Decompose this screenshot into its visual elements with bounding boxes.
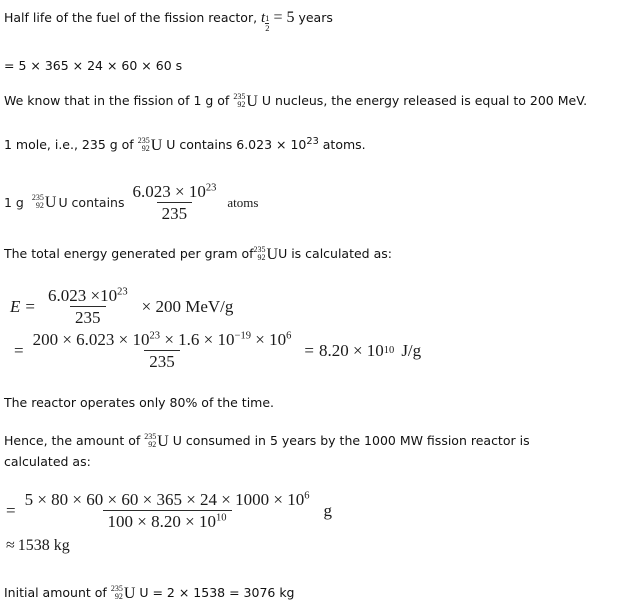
gram-text-atoms: atoms xyxy=(227,194,259,210)
atomic-number: 92 xyxy=(257,252,266,262)
fraction-numerator: 5 × 80 × 60 × 60 × 365 × 24 × 1000 × 106 xyxy=(20,490,315,510)
mole-line: 1 mole, i.e., 235 g of 235 92 U U contai… xyxy=(4,135,366,155)
avogadro-fraction: 6.023 × 1023 235 xyxy=(127,182,221,223)
gram-atoms-line: 1 g 235 92 U U contains 6.023 × 1023 235… xyxy=(4,182,258,223)
atomic-number: 92 xyxy=(141,143,150,153)
numerator-mantissa: 6.023 ×10 xyxy=(47,286,118,305)
isotope-u235-2: 235 92 U xyxy=(138,136,163,155)
numerator-part-1: 5 × 80 × 60 × 60 × 365 × 24 × 1000 × 10 xyxy=(24,490,305,509)
hence-text-after: U consumed in 5 years by the 1000 MW fis… xyxy=(172,433,530,448)
fraction-denominator: 235 xyxy=(144,350,180,371)
initial-amount-line: Initial amount of 235 92 U U = 2 × 1538 … xyxy=(4,583,295,603)
atomic-number: 92 xyxy=(114,591,123,601)
equation-2-result-unit: J/g xyxy=(401,340,422,360)
isotope-numbers: 235 92 xyxy=(111,584,123,601)
equation-2-result-mantissa: 8.20 × 10 xyxy=(318,340,384,360)
half-life-equals: = xyxy=(273,9,283,26)
mass-equation-unit: g xyxy=(323,500,332,520)
mass-result-line: ≈ 1538 kg xyxy=(6,537,70,555)
numerator-part-1: 200 × 6.023 × 10 xyxy=(32,330,150,349)
initial-text-before: Initial amount of xyxy=(4,585,107,600)
denominator-part-1: 100 × 8.20 × 10 xyxy=(107,512,216,532)
fraction-numerator: 6.023 × 1023 xyxy=(127,182,221,202)
hence-amount-line: Hence, the amount of 235 92 U U consumed… xyxy=(4,431,530,451)
total-energy-text-before: The total energy generated per gram of xyxy=(4,246,254,261)
fission-text-after: U nucleus, the energy released is equal … xyxy=(261,93,588,108)
atomic-number: 92 xyxy=(148,439,157,449)
atomic-number: 92 xyxy=(237,99,246,109)
isotope-numbers: 235 92 xyxy=(138,136,150,153)
fission-text-before: We know that in the fission of 1 g of xyxy=(4,93,230,108)
half-life-line: Half life of the fuel of the fission rea… xyxy=(4,8,333,32)
isotope-u235-6: 235 92 U xyxy=(111,584,136,603)
hence-text-before: Hence, the amount of xyxy=(4,433,141,448)
isotope-u235-5: 235 92 U xyxy=(144,432,169,451)
isotope-numbers: 235 92 xyxy=(254,245,266,262)
numerator-mantissa: 6.023 × 10 xyxy=(132,182,206,201)
numerator-exponent-2: −19 xyxy=(234,330,251,342)
t-half-symbol: t 1 2 xyxy=(261,9,270,32)
document-page: Half life of the fuel of the fission rea… xyxy=(0,0,628,606)
isotope-numbers: 235 92 xyxy=(233,92,246,109)
numerator-exponent-1: 23 xyxy=(149,330,161,342)
numerator-part-3: × 10 xyxy=(250,330,287,349)
element-symbol: U xyxy=(246,93,258,110)
half-life-prefix-text: Half life of the fuel of the fission rea… xyxy=(4,10,258,25)
mole-text-after: atoms. xyxy=(318,137,366,152)
isotope-u235-3: 235 92 U xyxy=(32,193,57,212)
energy-fraction-2: 200 × 6.023 × 1023 × 1.6 × 10−19 × 106 2… xyxy=(28,330,297,371)
mole-text-before: 1 mole, i.e., 235 g of xyxy=(4,137,134,152)
reactor-duty-line: The reactor operates only 80% of the tim… xyxy=(4,395,275,410)
numerator-exponent: 23 xyxy=(117,286,128,298)
fraction-denominator: 100 × 8.20 × 1010 xyxy=(102,510,232,532)
half-denominator: 2 xyxy=(265,22,270,33)
isotope-u235-4: 235 92 U xyxy=(254,245,279,264)
seconds-conversion-line: = 5 × 365 × 24 × 60 × 60 s xyxy=(4,58,183,73)
element-symbol: U xyxy=(157,433,169,450)
element-symbol: U xyxy=(150,137,163,154)
hence-continuation-line: calculated as: xyxy=(4,454,91,469)
fraction-denominator: 235 xyxy=(156,202,193,223)
element-symbol: U xyxy=(123,585,136,602)
mass-equation-equals: = xyxy=(6,500,16,520)
mole-text-middle: U contains 6.023 × 10 xyxy=(166,137,307,152)
mass-fraction: 5 × 80 × 60 × 60 × 365 × 24 × 1000 × 106… xyxy=(20,490,315,531)
approx-symbol: ≈ xyxy=(6,537,15,554)
mass-equation: = 5 × 80 × 60 × 60 × 365 × 24 × 1000 × 1… xyxy=(6,490,332,531)
energy-equation-1: E = 6.023 ×1023 235 × 200 MeV/g xyxy=(10,286,233,327)
isotope-numbers: 235 92 xyxy=(32,193,44,210)
mass-result-value: 1538 kg xyxy=(17,537,70,554)
total-energy-intro-line: The total energy generated per gram of 2… xyxy=(4,244,392,264)
numerator-exponent-3: 6 xyxy=(286,330,292,342)
atomic-number: 92 xyxy=(35,200,44,210)
numerator-exponent: 23 xyxy=(205,182,217,194)
energy-fraction-1: 6.023 ×1023 235 xyxy=(43,286,133,327)
element-symbol: U xyxy=(266,246,279,263)
isotope-u235-1: 235 92 U xyxy=(233,92,258,111)
denominator-exponent-1: 10 xyxy=(215,512,227,524)
total-energy-text-after: U is calculated as: xyxy=(278,246,392,261)
one-half-subscript: 1 2 xyxy=(265,13,270,33)
numerator-exponent-1: 6 xyxy=(304,490,310,502)
initial-text-after: U = 2 × 1538 = 3076 kg xyxy=(139,585,295,600)
equation-1-equals: = xyxy=(25,296,35,316)
isotope-numbers: 235 92 xyxy=(144,432,157,449)
half-life-unit: years xyxy=(298,10,333,25)
fraction-numerator: 200 × 6.023 × 1023 × 1.6 × 10−19 × 106 xyxy=(28,330,297,350)
energy-variable: E xyxy=(10,296,21,316)
fraction-numerator: 6.023 ×1023 xyxy=(43,286,133,306)
element-symbol: U xyxy=(44,193,57,211)
numerator-part-2: × 1.6 × 10 xyxy=(160,330,235,349)
fission-energy-line: We know that in the fission of 1 g of 23… xyxy=(4,91,587,111)
half-numerator: 1 xyxy=(265,13,270,23)
half-life-value: 5 xyxy=(286,9,295,26)
mole-exponent: 23 xyxy=(306,135,319,147)
equation-1-tail: × 200 MeV/g xyxy=(141,296,234,316)
gram-text-contains: U contains xyxy=(58,195,125,211)
energy-equation-2: = 200 × 6.023 × 1023 × 1.6 × 10−19 × 106… xyxy=(14,330,422,372)
gram-text-before: 1 g xyxy=(4,195,24,211)
fraction-denominator: 235 xyxy=(70,306,106,327)
equation-2-equals: = xyxy=(14,340,24,360)
equation-2-result-equals: = xyxy=(304,340,314,360)
